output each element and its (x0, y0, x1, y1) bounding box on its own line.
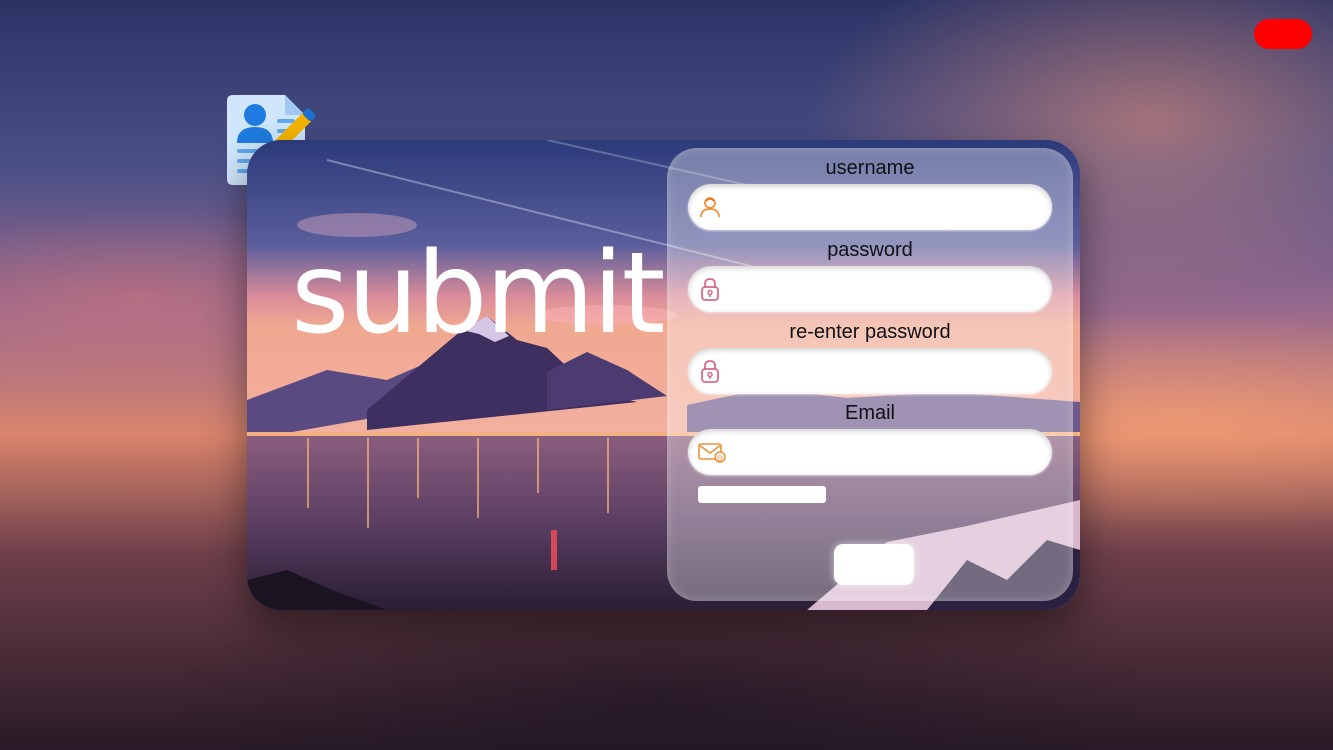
svg-text:@: @ (717, 454, 724, 462)
signup-card: submit username password re-enter passwo… (247, 140, 1080, 610)
lock-icon (701, 278, 719, 301)
signup-form: username password re-enter password Emai… (667, 148, 1073, 601)
username-input[interactable] (730, 184, 1044, 232)
submit-button[interactable] (834, 544, 914, 585)
validation-message (698, 486, 826, 503)
email-input[interactable] (730, 429, 1044, 477)
reenter-password-input[interactable] (730, 348, 1044, 396)
close-button[interactable] (1254, 19, 1312, 49)
email-field[interactable]: @ (688, 429, 1052, 477)
email-label: Email (844, 402, 895, 424)
password-input[interactable] (730, 266, 1044, 314)
username-label: username (825, 157, 915, 179)
reenter-password-field[interactable] (688, 348, 1052, 396)
reenter-password-label: re-enter password (789, 321, 951, 343)
hero-text: submit (291, 229, 666, 359)
lock-icon (701, 360, 719, 383)
password-field[interactable] (688, 266, 1052, 314)
username-field[interactable] (688, 184, 1052, 232)
user-icon (700, 197, 720, 218)
password-label: password (827, 239, 913, 261)
mail-icon: @ (698, 443, 726, 463)
